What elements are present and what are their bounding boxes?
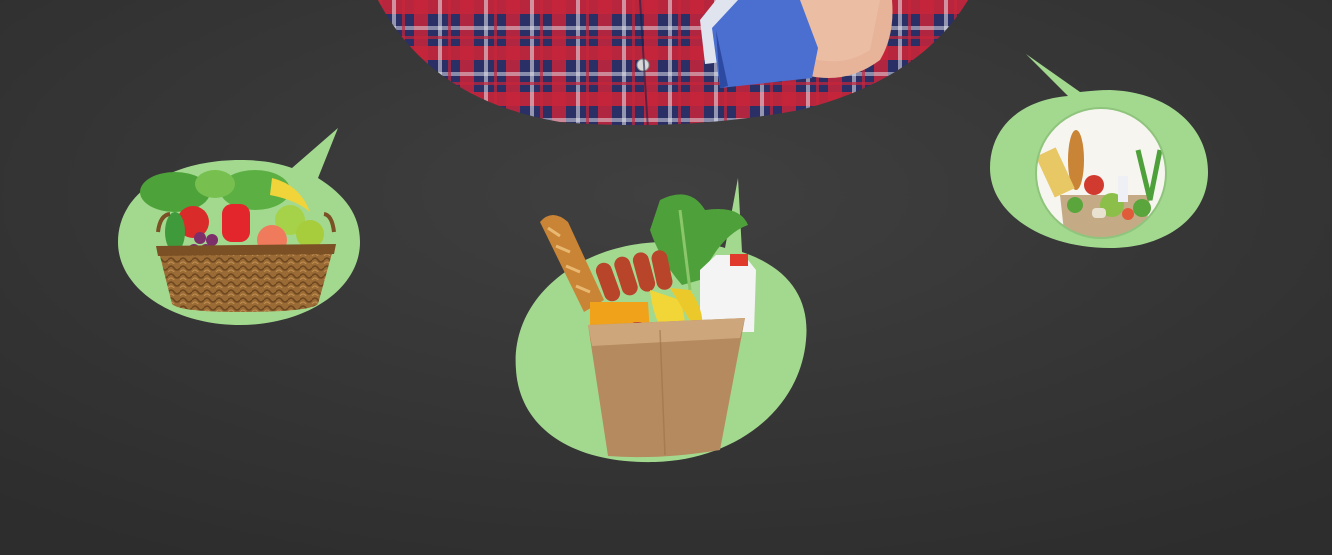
grocery-thought-scene bbox=[0, 0, 1332, 555]
